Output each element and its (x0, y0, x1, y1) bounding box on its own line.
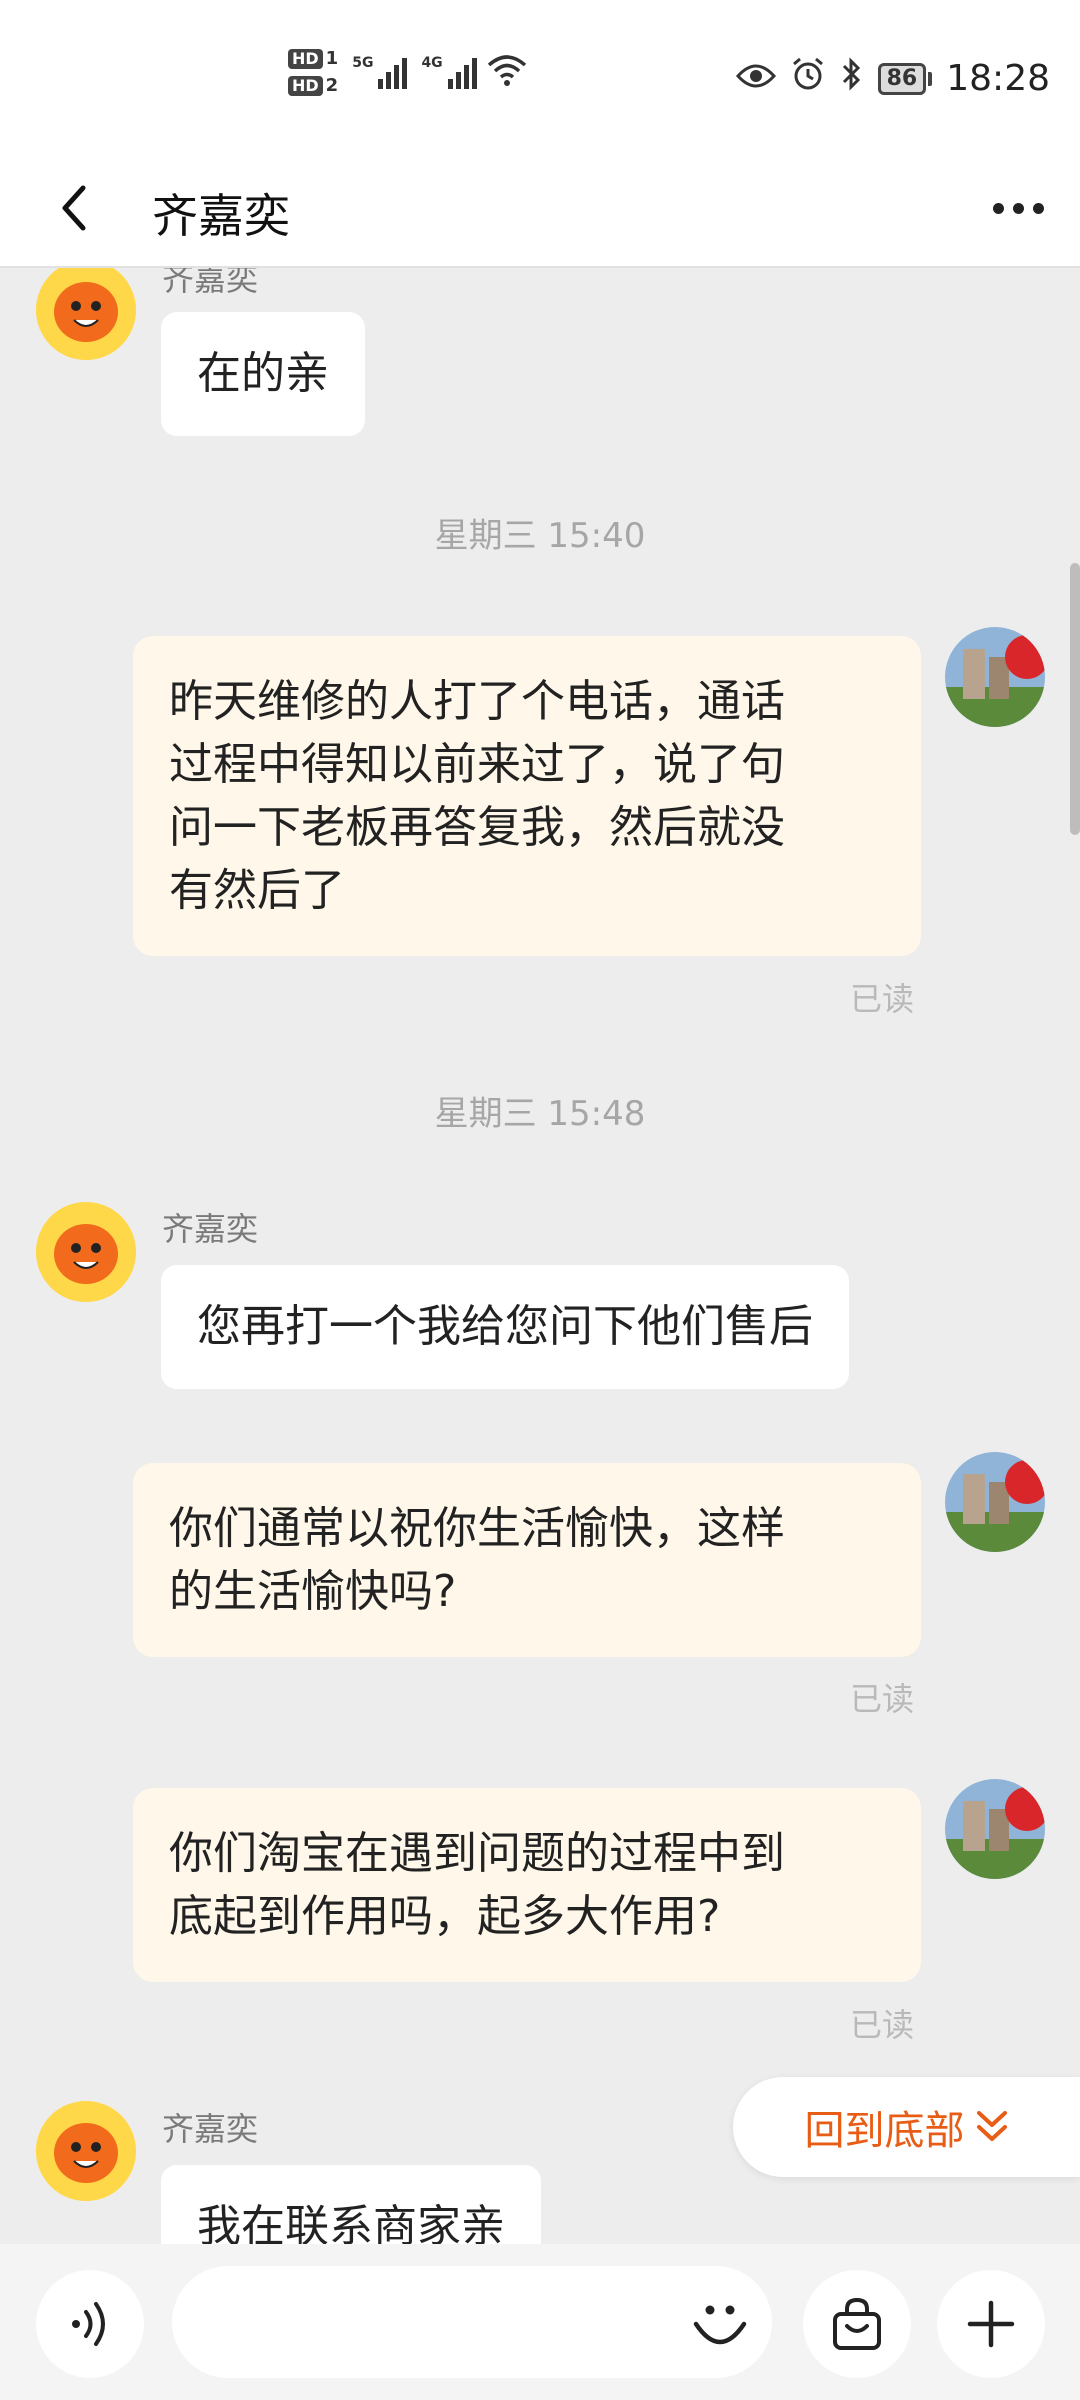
outgoing-message-bubble[interactable]: 你们通常以祝你生活愉快，这样 的生活愉快吗? (133, 1463, 921, 1657)
add-more-button[interactable] (937, 2270, 1045, 2378)
timestamp-divider: 星期三 15:40 (434, 516, 646, 556)
merchant-avatar[interactable] (36, 268, 136, 360)
alarm-icon (790, 56, 826, 101)
sender-name: 齐嘉奕 (162, 1210, 259, 1248)
read-receipt: 已读 (850, 1680, 915, 1718)
voice-button[interactable] (36, 2270, 144, 2378)
page-title: 齐嘉奕 (152, 189, 290, 243)
incoming-message-bubble[interactable]: 您再打一个我给您问下他们售后 (161, 1265, 849, 1389)
shopping-bag-icon (833, 2297, 881, 2350)
incoming-message-bubble[interactable]: 在的亲 (161, 312, 365, 436)
sender-name: 齐嘉奕 (162, 2110, 259, 2148)
back-to-bottom-label: 回到底部 (804, 2108, 965, 2154)
timestamp-divider: 星期三 15:48 (434, 1094, 646, 1134)
user-avatar[interactable] (945, 627, 1045, 727)
chevron-left-icon (62, 185, 86, 231)
bluetooth-icon (840, 56, 864, 101)
eye-icon (735, 58, 776, 99)
emoji-icon (693, 2305, 747, 2345)
outgoing-message-bubble[interactable]: 你们淘宝在遇到问题的过程中到 底起到作用吗，起多大作用? (133, 1788, 921, 1982)
emoji-button[interactable] (680, 2284, 760, 2364)
shop-bag-button[interactable] (803, 2270, 911, 2378)
signal-4g-icon: 4G (421, 55, 477, 89)
user-avatar[interactable] (945, 1452, 1045, 1552)
wifi-icon (487, 53, 527, 91)
back-to-bottom-button[interactable]: 回到底部 (733, 2077, 1080, 2177)
message-list[interactable]: 齐嘉奕 在的亲 星期三 15:40 昨天维修的人打了个电话，通话 过程中得知以前… (0, 268, 1080, 2244)
back-button[interactable] (46, 180, 102, 236)
user-avatar[interactable] (945, 1779, 1045, 1879)
outgoing-message-bubble[interactable]: 昨天维修的人打了个电话，通话 过程中得知以前来过了，说了句 问一下老板再答复我，… (133, 636, 921, 956)
more-options-button[interactable] (978, 186, 1058, 230)
status-left-group: HD 1 HD 2 5G 4G (288, 48, 527, 96)
status-bar: HD 1 HD 2 5G 4G 86 18:28 (0, 0, 1080, 150)
scrollbar[interactable] (1070, 563, 1080, 835)
double-chevron-down-icon (976, 2111, 1007, 2141)
more-icon (992, 202, 1004, 214)
read-receipt: 已读 (850, 2006, 915, 2044)
plus-icon (967, 2300, 1015, 2348)
voice-icon (72, 2302, 105, 2346)
hd-voice-1-indicator: HD 1 (288, 48, 338, 69)
chat-header: 齐嘉奕 (0, 150, 1080, 268)
status-right-group: 86 18:28 (735, 56, 1050, 101)
merchant-avatar[interactable] (36, 2101, 136, 2201)
battery-icon: 86 (877, 62, 933, 95)
merchant-avatar[interactable] (36, 1202, 136, 1302)
clock: 18:28 (946, 58, 1050, 99)
hd-voice-2-indicator: HD 2 (288, 75, 338, 96)
sender-name: 齐嘉奕 (162, 268, 259, 298)
incoming-message-bubble[interactable]: 我在联系商家亲 (161, 2165, 541, 2244)
read-receipt: 已读 (850, 980, 915, 1018)
message-input-bar (0, 2244, 1080, 2400)
signal-5g-icon: 5G (352, 55, 408, 89)
